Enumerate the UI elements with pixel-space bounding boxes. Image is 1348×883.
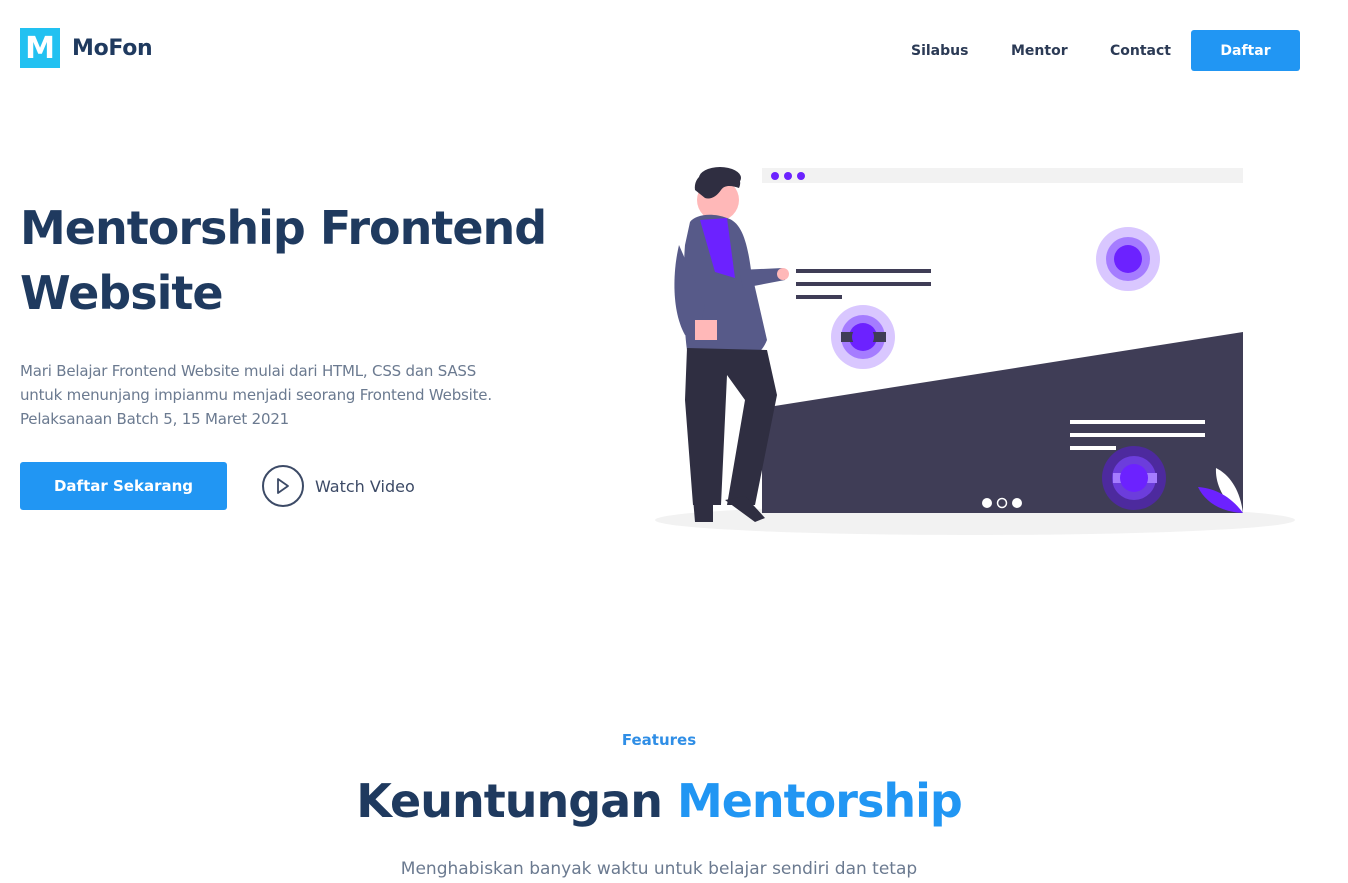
nav-link-mentor[interactable]: Mentor — [1011, 43, 1068, 59]
daftar-button[interactable]: Daftar — [1191, 30, 1300, 71]
nav-link-contact[interactable]: Contact — [1110, 43, 1171, 59]
features-title: Keuntungan Mentorship — [0, 774, 1318, 828]
watch-video-label: Watch Video — [315, 476, 415, 496]
brand-name: MoFon — [72, 35, 153, 61]
hero-title-line-1: Mentorship Frontend — [20, 201, 547, 255]
hero-description-line: untuk menunjang impianmu menjadi seorang… — [20, 386, 492, 404]
features-title-main: Keuntungan — [356, 774, 663, 828]
features-eyebrow: Features — [621, 731, 697, 749]
hero-description: Mari Belajar Frontend Website mulai dari… — [20, 359, 520, 431]
nav-link-silabus[interactable]: Silabus — [911, 43, 968, 59]
hero-title: Mentorship Frontend Website — [20, 196, 600, 326]
landing-page: M MoFon Silabus Mentor Contact Daftar Me… — [0, 0, 1348, 883]
hero-description-line: Pelaksanaan Batch 5, 15 Maret 2021 — [20, 410, 290, 428]
hero-description-line: Mari Belajar Frontend Website mulai dari… — [20, 362, 477, 380]
features-subtitle: Menghabiskan banyak waktu untuk belajar … — [400, 859, 918, 879]
brand-logo[interactable]: M MoFon — [20, 28, 153, 68]
features-title-accent: Mentorship — [676, 774, 963, 828]
logo-mark: M — [20, 28, 60, 68]
hero-title-line-2: Website — [20, 266, 224, 320]
daftar-sekarang-button[interactable]: Daftar Sekarang — [20, 462, 227, 510]
play-icon — [262, 465, 304, 507]
hero-illustration — [655, 160, 1305, 549]
watch-video-button[interactable]: Watch Video — [262, 465, 415, 507]
